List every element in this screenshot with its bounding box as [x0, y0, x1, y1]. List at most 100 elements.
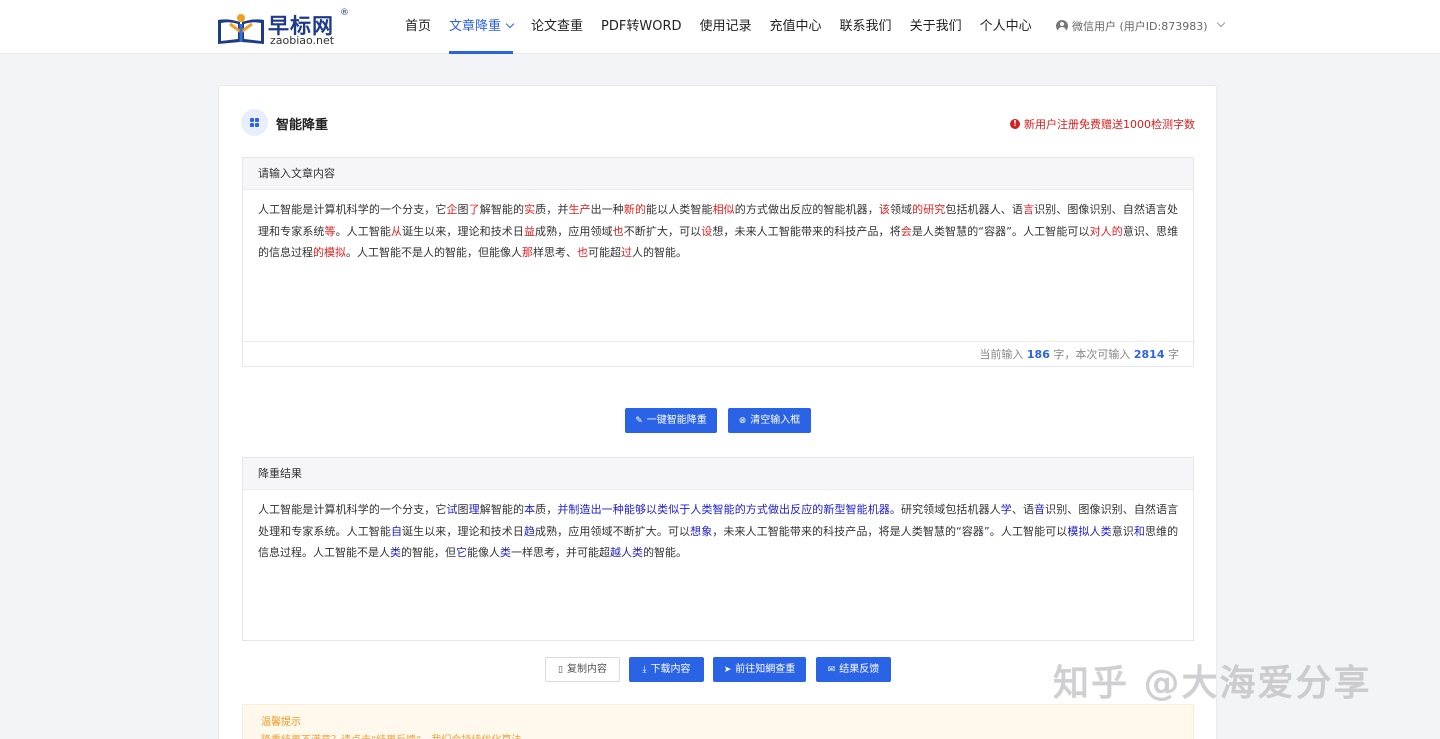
input-changed-segment: 言	[1022, 203, 1035, 216]
result-panel: 降重结果 人工智能是计算机科学的一个分支，它试图理解智能的本质，并制造出一种能够…	[242, 457, 1194, 641]
apps-grid-icon	[241, 109, 268, 136]
input-segment: 想，未来人工智能带来的科技产品，将	[712, 224, 901, 238]
result-changed-segment: 越人类	[610, 546, 643, 559]
page-title: 智能降重	[276, 118, 329, 133]
user-menu[interactable]: 微信用户 (用户ID:873983)	[1056, 18, 1225, 34]
input-segment: 质，并	[535, 203, 569, 216]
nav-pdf-to-word-label: PDF转WORD	[601, 19, 682, 34]
input-segment: 。人工智能	[335, 224, 391, 238]
input-changed-segment: 等	[324, 224, 336, 238]
result-changed-segment: 和	[1133, 524, 1145, 538]
divider	[243, 341, 1193, 342]
result-panel-header: 降重结果	[243, 458, 1193, 490]
input-panel-header: 请输入文章内容	[243, 158, 1193, 190]
nav-recharge[interactable]: 充值中心	[761, 0, 831, 54]
site-logo[interactable]: 早标网 ® zaobiao.net	[216, 8, 356, 48]
tips-notice: 温馨提示 降重结果不满意？请点击“结果反馈”，我们会持续优化算法	[242, 704, 1194, 739]
promo-notice: ! 新用户注册免费赠送1000检测字数	[1010, 116, 1195, 132]
input-segment: 能以人类智能	[646, 203, 713, 216]
copy-button[interactable]: ▯ 复制内容	[545, 657, 620, 682]
nav-about[interactable]: 关于我们	[901, 0, 971, 54]
result-segment: 成熟，应用领域不断扩大。可以	[535, 524, 691, 538]
go-check-button[interactable]: ➤ 前往知網查重	[713, 657, 806, 682]
main-nav: 首页 文章降重 论文查重 PDF转WORD 使用记录 充值中心 联系我们 关于我…	[396, 0, 1041, 54]
result-changed-segment: 理	[468, 503, 480, 516]
input-changed-segment: 相似	[712, 203, 735, 216]
download-button[interactable]: ⤓ 下载内容	[629, 657, 704, 682]
input-segment: 诞生以来，理论和技术日	[402, 224, 524, 238]
clear-input-button[interactable]: ⊗ 清空输入框	[728, 408, 811, 433]
input-changed-segment: 了	[468, 203, 480, 216]
result-segment: 的智能。	[643, 546, 687, 559]
input-segment: 人工智能是计算机科学的一个分支，它	[258, 203, 447, 216]
result-changed-segment: 自	[390, 524, 403, 538]
input-changed-segment: 的研究	[912, 203, 946, 216]
nav-article-rewrite-label: 文章降重	[449, 19, 502, 34]
result-changed-segment: 想象	[690, 524, 713, 538]
nav-profile[interactable]: 个人中心	[971, 0, 1041, 54]
input-changed-segment: 过	[621, 246, 632, 259]
input-segment: 。人工智能不是人的智能，但能像人	[346, 246, 522, 259]
download-icon: ⤓	[642, 665, 647, 675]
input-segment: 的方式做出反应的智能机器，	[734, 203, 879, 216]
promo-text: 新用户注册免费赠送1000检测字数	[1024, 118, 1195, 131]
result-segment: ，未来人工智能带来的科技产品，将是人类智慧的“容器”	[712, 524, 990, 538]
input-changed-segment: 会	[900, 224, 912, 238]
nav-profile-label: 个人中心	[979, 19, 1032, 34]
tips-title: 温馨提示	[261, 717, 301, 728]
alert-icon: !	[1010, 119, 1020, 129]
input-changed-segment: 也	[577, 246, 588, 259]
nav-usage-history[interactable]: 使用记录	[691, 0, 761, 54]
result-segment: 的智能，但	[401, 546, 456, 559]
smart-rewrite-button[interactable]: ✎ 一键智能降重	[625, 408, 717, 433]
nav-contact[interactable]: 联系我们	[831, 0, 901, 54]
input-changed-segment: 新的	[623, 203, 647, 216]
input-changed-segment: 那	[522, 246, 533, 259]
registered-mark: ®	[340, 8, 349, 18]
top-navbar: 早标网 ® zaobiao.net 首页 文章降重 论文查重 PDF转WORD …	[0, 0, 1440, 54]
result-changed-segment: 试	[446, 503, 458, 516]
input-segment: 是人类智慧的“容器”。人工智能可以	[911, 224, 1090, 238]
input-panel: 请输入文章内容 人工智能是计算机科学的一个分支，它企图了解智能的实质，并生产出一…	[242, 157, 1194, 367]
input-segment: 解智能的	[479, 203, 525, 216]
edit-icon: ✎	[635, 416, 643, 426]
nav-recharge-label: 充值中心	[769, 19, 822, 34]
nav-home[interactable]: 首页	[396, 0, 440, 54]
result-segment: 图	[457, 503, 469, 516]
input-changed-segment: 从	[390, 224, 403, 238]
input-changed-segment: 益	[523, 224, 536, 238]
mail-icon: ✉	[827, 665, 836, 675]
card-header: 智能降重 ! 新用户注册免费赠送1000检测字数	[241, 108, 1195, 138]
input-segment: 出一种	[590, 203, 624, 216]
nav-article-rewrite[interactable]: 文章降重	[440, 0, 522, 54]
nav-plagiarism-check[interactable]: 论文查重	[522, 0, 592, 54]
logo-book-icon	[218, 14, 264, 44]
rewrite-card: 智能降重 ! 新用户注册免费赠送1000检测字数 请输入文章内容 人工智能是计算…	[218, 85, 1217, 739]
input-changed-segment: 也	[612, 224, 624, 238]
clear-input-label: 清空输入框	[750, 415, 801, 426]
result-changed-segment: 类	[500, 546, 511, 559]
result-segment: 人工智能可以	[1000, 524, 1068, 538]
input-segment: 不断扩大，可以	[623, 224, 702, 238]
result-changed-segment: 类	[390, 546, 401, 559]
result-segment: 能像人	[467, 546, 500, 559]
input-changed-segment: 的模拟	[313, 246, 346, 259]
result-changed-segment: 学	[1000, 503, 1012, 516]
result-segment: 意识	[1111, 524, 1134, 538]
input-segment: 领域	[889, 203, 913, 216]
go-check-label: 前往知網查重	[735, 664, 796, 675]
counter-suffix: 字	[1168, 348, 1179, 361]
logo-text-en: zaobiao.net	[270, 34, 335, 47]
nav-pdf-to-word[interactable]: PDF转WORD	[592, 0, 690, 54]
feedback-label: 结果反馈	[839, 664, 880, 675]
feedback-button[interactable]: ✉ 结果反馈	[816, 657, 891, 682]
input-segment: 图	[457, 203, 469, 216]
input-changed-segment: 设	[701, 224, 713, 238]
chevron-down-icon	[1216, 18, 1225, 28]
user-label: 微信用户 (用户ID:873983)	[1072, 20, 1208, 33]
article-input[interactable]: 人工智能是计算机科学的一个分支，它企图了解智能的实质，并生产出一种新的能以人类智…	[243, 190, 1193, 264]
current-count: 186	[1026, 348, 1050, 361]
zhihu-watermark: 知乎 @大海爱分享	[1053, 663, 1372, 704]
result-changed-segment: 。	[989, 524, 1001, 538]
input-changed-segment: 对人的	[1089, 224, 1123, 238]
